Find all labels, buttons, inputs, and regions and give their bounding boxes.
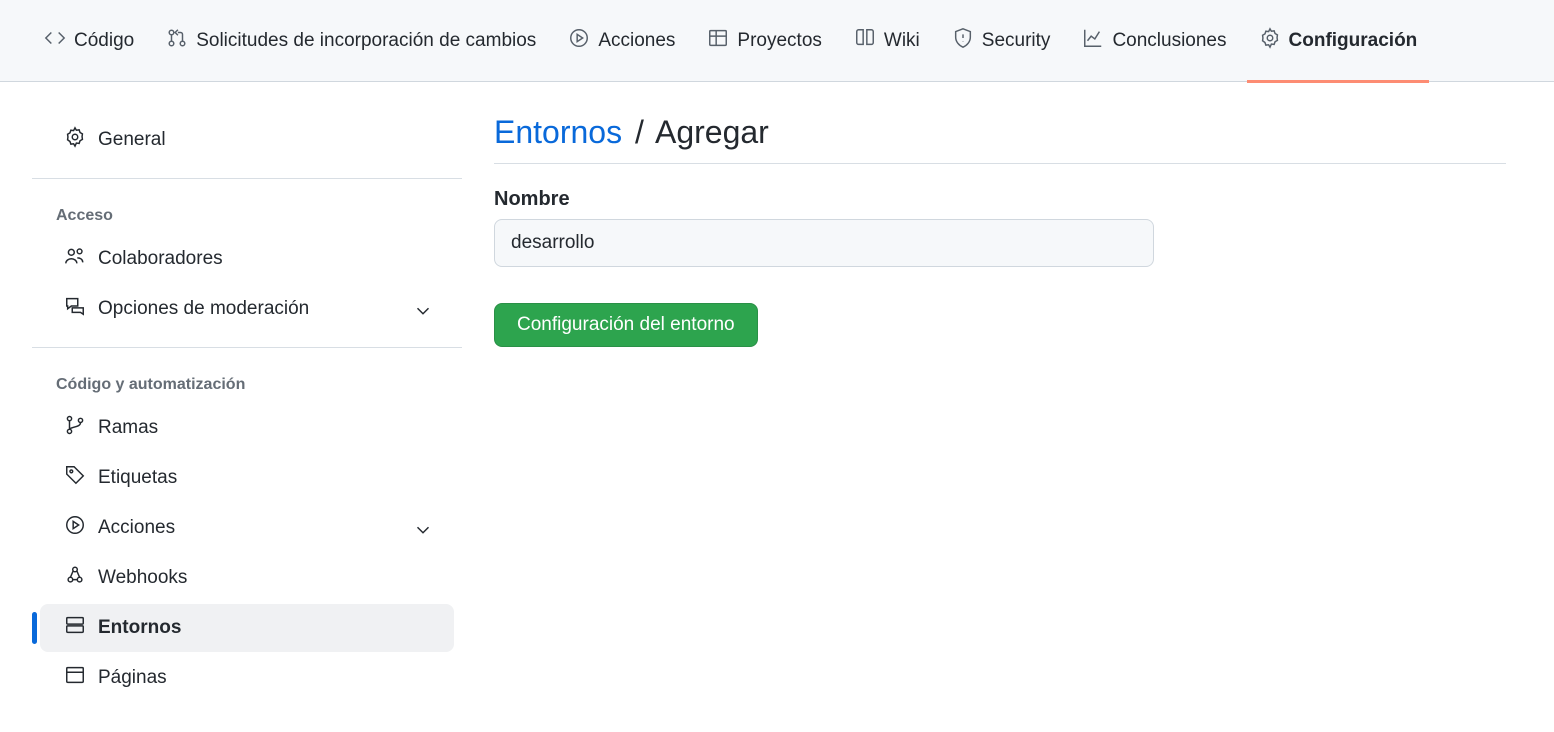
tag-icon	[64, 464, 86, 492]
comment-discussion-icon	[64, 295, 86, 323]
sidebar-heading-access: Acceso	[32, 195, 462, 233]
sidebar-item-label: Colaboradores	[98, 248, 223, 270]
tab-projects[interactable]: Proyectos	[695, 0, 833, 82]
sidebar-item-label: General	[98, 129, 166, 151]
tab-label: Conclusiones	[1112, 30, 1226, 52]
chevron-down-icon	[412, 300, 430, 318]
browser-icon	[64, 664, 86, 692]
sidebar-item-webhooks[interactable]: Webhooks	[40, 554, 454, 602]
breadcrumb-current: Agregar	[655, 114, 769, 150]
sidebar-item-label: Webhooks	[98, 567, 187, 589]
webhook-icon	[64, 564, 86, 592]
tab-actions[interactable]: Acciones	[556, 0, 687, 82]
server-icon	[64, 614, 86, 642]
sidebar-item-moderation[interactable]: Opciones de moderación	[40, 285, 454, 333]
sidebar-item-label: Entornos	[98, 617, 181, 639]
gear-icon	[64, 126, 86, 154]
sidebar-item-label: Etiquetas	[98, 467, 177, 489]
tab-label: Acciones	[598, 30, 675, 52]
git-pull-request-icon	[166, 27, 188, 55]
tab-label: Wiki	[884, 30, 920, 52]
graph-icon	[1082, 27, 1104, 55]
sidebar-item-actions[interactable]: Acciones	[40, 504, 454, 552]
breadcrumb-separator: /	[635, 114, 644, 150]
sidebar-item-environments[interactable]: Entornos	[40, 604, 454, 652]
tab-code[interactable]: Código	[32, 0, 146, 82]
sidebar-item-label: Ramas	[98, 417, 158, 439]
people-icon	[64, 245, 86, 273]
repo-tabs: Código Solicitudes de incorporación de c…	[0, 0, 1554, 82]
code-icon	[44, 27, 66, 55]
sidebar-heading-code-automation: Código y automatización	[32, 364, 462, 402]
breadcrumb-link-environments[interactable]: Entornos	[494, 114, 622, 150]
environment-name-input[interactable]	[494, 219, 1154, 267]
tab-label: Proyectos	[737, 30, 821, 52]
tab-wiki[interactable]: Wiki	[842, 0, 932, 82]
shield-alert-icon	[952, 27, 974, 55]
tab-label: Security	[982, 30, 1051, 52]
settings-sidebar: General Acceso Colaboradores Opciones de…	[32, 114, 462, 732]
git-branch-icon	[64, 414, 86, 442]
play-circle-icon	[64, 514, 86, 542]
tab-pull-requests[interactable]: Solicitudes de incorporación de cambios	[154, 0, 548, 82]
gear-icon	[1259, 27, 1281, 55]
sidebar-item-label: Opciones de moderación	[98, 298, 309, 320]
main-content: Entornos / Agregar Nombre Configuración …	[494, 114, 1522, 732]
sidebar-item-label: Acciones	[98, 517, 175, 539]
chevron-down-icon	[412, 519, 430, 537]
tab-label: Código	[74, 30, 134, 52]
tab-label: Configuración	[1289, 30, 1418, 52]
table-icon	[707, 27, 729, 55]
sidebar-item-collaborators[interactable]: Colaboradores	[40, 235, 454, 283]
sidebar-item-pages[interactable]: Páginas	[40, 654, 454, 702]
sidebar-item-tags[interactable]: Etiquetas	[40, 454, 454, 502]
sidebar-item-label: Páginas	[98, 667, 167, 689]
sidebar-item-branches[interactable]: Ramas	[40, 404, 454, 452]
tab-label: Solicitudes de incorporación de cambios	[196, 30, 536, 52]
configure-environment-button[interactable]: Configuración del entorno	[494, 303, 758, 347]
page-title: Entornos / Agregar	[494, 114, 1506, 164]
book-icon	[854, 27, 876, 55]
tab-settings[interactable]: Configuración	[1247, 0, 1430, 82]
name-label: Nombre	[494, 188, 1506, 211]
tab-insights[interactable]: Conclusiones	[1070, 0, 1238, 82]
play-circle-icon	[568, 27, 590, 55]
sidebar-item-general[interactable]: General	[40, 116, 454, 164]
tab-security[interactable]: Security	[940, 0, 1063, 82]
